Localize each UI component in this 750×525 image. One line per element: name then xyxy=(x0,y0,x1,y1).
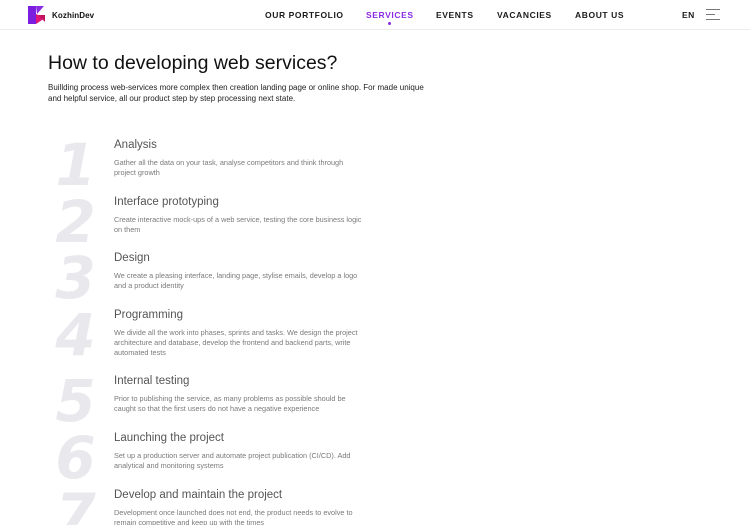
step-description: We divide all the work into phases, spri… xyxy=(114,328,358,357)
step-title: Programming xyxy=(114,309,184,321)
step-description: Set up a production server and automate … xyxy=(114,451,351,470)
nav-about-us[interactable]: ABOUT US xyxy=(575,10,624,20)
page-intro: Buillding process web-services more comp… xyxy=(48,83,424,103)
logo-icon xyxy=(28,6,45,24)
nav-our-portfolio[interactable]: OUR PORTFOLIO xyxy=(265,10,344,20)
page: KozhinDev OUR PORTFOLIO SERVICES EVENTS … xyxy=(0,0,750,525)
step-analysis: 1 Analysis Gather all the data on your t… xyxy=(0,135,750,199)
step-title: Analysis xyxy=(114,139,157,151)
step-title: Design xyxy=(114,252,150,264)
step-interface-prototyping: 2 Interface prototyping Create interacti… xyxy=(0,192,750,256)
top-navbar: KozhinDev OUR PORTFOLIO SERVICES EVENTS … xyxy=(0,0,750,30)
nav-services[interactable]: SERVICES xyxy=(366,10,414,25)
nav-vacancies[interactable]: VACANCIES xyxy=(497,10,552,20)
step-internal-testing: 5 Internal testing Prior to publishing t… xyxy=(0,371,750,435)
hamburger-menu-icon[interactable] xyxy=(706,9,720,21)
step-description: We create a pleasing interface, landing … xyxy=(114,271,358,290)
step-title: Internal testing xyxy=(114,375,190,387)
language-switcher[interactable]: EN xyxy=(682,10,695,20)
step-number: 4 xyxy=(55,301,96,369)
nav-events[interactable]: EVENTS xyxy=(436,10,474,20)
active-indicator-dot xyxy=(388,22,392,25)
page-title: How to developing web services? xyxy=(48,52,338,74)
step-title: Launching the project xyxy=(114,432,224,444)
step-number: 7 xyxy=(55,481,96,525)
step-title: Interface prototyping xyxy=(114,196,219,208)
step-programming: 4 Programming We divide all the work int… xyxy=(0,305,750,369)
step-design: 3 Design We create a pleasing interface,… xyxy=(0,248,750,312)
step-description: Prior to publishing the service, as many… xyxy=(114,394,346,413)
step-description: Create interactive mock-ups of a web ser… xyxy=(114,215,362,234)
step-description: Gather all the data on your task, analys… xyxy=(114,158,344,177)
nav-services-label: SERVICES xyxy=(366,10,414,20)
step-launching: 6 Launching the project Set up a product… xyxy=(0,428,750,492)
step-number: 3 xyxy=(55,244,96,312)
logo-text: KozhinDev xyxy=(52,10,95,20)
step-develop-maintain: 7 Develop and maintain the project Devel… xyxy=(0,485,750,525)
step-description: Development once launched does not end, … xyxy=(114,508,353,525)
step-title: Develop and maintain the project xyxy=(114,489,283,501)
step-number: 6 xyxy=(55,424,96,492)
logo[interactable]: KozhinDev xyxy=(28,6,94,24)
step-number: 5 xyxy=(55,367,96,435)
step-number: 2 xyxy=(55,188,96,256)
step-number: 1 xyxy=(55,131,96,199)
